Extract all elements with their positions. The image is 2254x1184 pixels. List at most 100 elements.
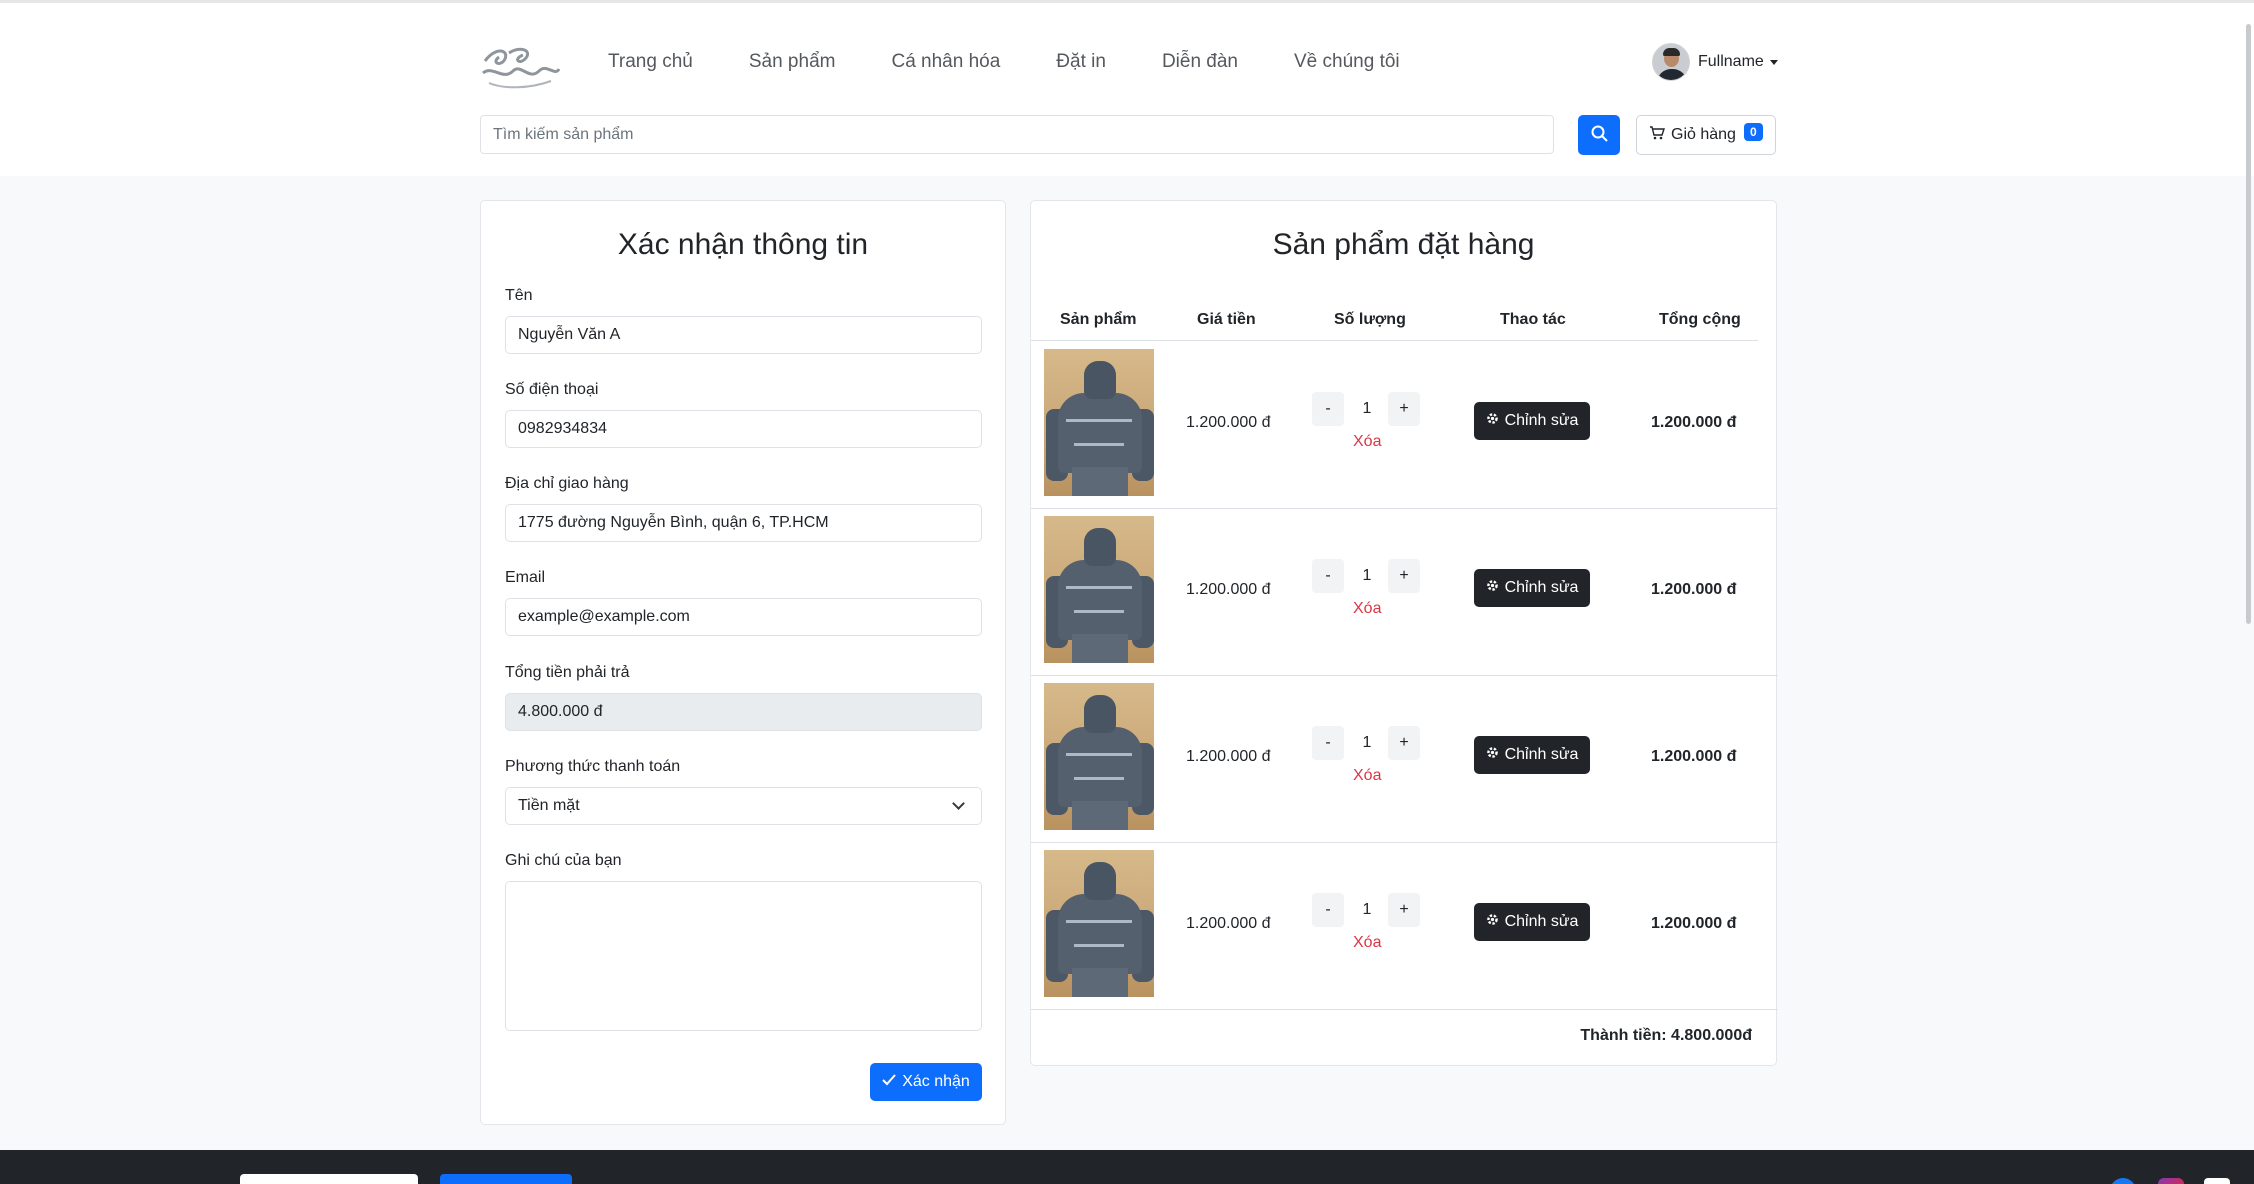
remove-link[interactable]: Xóa (1353, 600, 1381, 618)
note-label: Ghi chú của bạn (505, 852, 622, 869)
total-label: Tổng tiền phải trả (505, 664, 630, 681)
cart-button[interactable]: Giỏ hàng 0 (1636, 115, 1776, 155)
avatar (1652, 43, 1690, 81)
email-label: Email (505, 569, 546, 586)
table-row: 1.200.000 đ - 1 + Xóa Chỉnh sửa 1.200.00… (1031, 342, 1778, 509)
footer-button[interactable] (440, 1174, 572, 1184)
col-quantity: Số lượng (1334, 311, 1406, 328)
nav-home[interactable]: Trang chủ (608, 51, 693, 73)
unit-price: 1.200.000 đ (1186, 414, 1271, 431)
social-icon[interactable] (2204, 1178, 2230, 1184)
table-row: 1.200.000 đ - 1 + Xóa Chỉnh sửa 1.200.00… (1031, 843, 1778, 1010)
order-title: Sản phẩm đặt hàng (1272, 228, 1535, 261)
col-product: Sản phẩm (1060, 311, 1137, 328)
edit-label: Chỉnh sửa (1504, 579, 1579, 596)
product-image[interactable] (1044, 850, 1154, 997)
payment-method-value: Tiền mặt (518, 797, 580, 814)
product-image[interactable] (1044, 349, 1154, 496)
nav-personalize[interactable]: Cá nhân hóa (891, 51, 1000, 73)
name-field[interactable]: Nguyễn Văn A (505, 316, 982, 354)
gear-icon (1486, 412, 1499, 430)
chevron-down-icon (952, 797, 965, 810)
address-label: Địa chỉ giao hàng (505, 475, 629, 492)
remove-link[interactable]: Xóa (1353, 433, 1381, 451)
remove-link[interactable]: Xóa (1353, 767, 1381, 785)
qty-value[interactable]: 1 (1353, 901, 1381, 919)
note-textarea[interactable] (505, 881, 982, 1031)
cart-label: Giỏ hàng (1671, 126, 1736, 143)
nav-products[interactable]: Sản phẩm (749, 51, 836, 73)
form-title: Xác nhận thông tin (617, 228, 869, 261)
user-menu[interactable]: Fullname (1652, 43, 1778, 81)
qty-decrease-button[interactable]: - (1312, 392, 1344, 426)
edit-label: Chỉnh sửa (1504, 913, 1579, 930)
phone-field[interactable]: 0982934834 (505, 410, 982, 448)
search-input[interactable] (480, 115, 1554, 154)
gear-icon (1486, 913, 1499, 931)
main-nav: Trang chủ Sản phẩm Cá nhân hóa Đặt in Di… (608, 51, 1456, 73)
gear-icon (1486, 746, 1499, 764)
edit-label: Chỉnh sửa (1504, 412, 1579, 429)
qty-decrease-button[interactable]: - (1312, 893, 1344, 927)
qty-value[interactable]: 1 (1353, 567, 1381, 585)
phone-label: Số điện thoại (505, 381, 599, 398)
footer-input[interactable] (240, 1174, 418, 1184)
edit-button[interactable]: Chỉnh sửa (1474, 736, 1590, 774)
page-scrollbar[interactable] (2246, 24, 2251, 624)
site-logo[interactable] (479, 41, 561, 91)
nav-print-order[interactable]: Đặt in (1056, 51, 1106, 73)
line-total: 1.200.000 đ (1651, 414, 1737, 431)
payment-method-select[interactable]: Tiền mặt (505, 787, 982, 825)
table-row: 1.200.000 đ - 1 + Xóa Chỉnh sửa 1.200.00… (1031, 676, 1778, 843)
col-actions: Thao tác (1500, 311, 1566, 328)
qty-value[interactable]: 1 (1353, 400, 1381, 418)
unit-price: 1.200.000 đ (1186, 581, 1271, 598)
line-total: 1.200.000 đ (1651, 748, 1737, 765)
name-label: Tên (505, 287, 533, 304)
cart-count-badge: 0 (1743, 123, 1763, 141)
edit-label: Chỉnh sửa (1504, 746, 1579, 763)
site-header: Trang chủ Sản phẩm Cá nhân hóa Đặt in Di… (0, 3, 2254, 176)
gear-icon (1486, 579, 1499, 597)
qty-decrease-button[interactable]: - (1312, 559, 1344, 593)
check-icon (882, 1073, 896, 1091)
search-button[interactable] (1578, 115, 1620, 155)
qty-increase-button[interactable]: + (1388, 726, 1420, 760)
line-total: 1.200.000 đ (1651, 915, 1737, 932)
confirm-label: Xác nhận (902, 1073, 970, 1090)
order-products-card: Sản phẩm đặt hàng Sản phẩm Giá tiền Số l… (1030, 200, 1778, 1066)
instagram-icon[interactable] (2158, 1178, 2184, 1184)
line-total: 1.200.000 đ (1651, 581, 1737, 598)
remove-link[interactable]: Xóa (1353, 934, 1381, 952)
edit-button[interactable]: Chỉnh sửa (1474, 402, 1590, 440)
product-image[interactable] (1044, 683, 1154, 830)
site-footer (0, 1150, 2254, 1184)
product-image[interactable] (1044, 516, 1154, 663)
unit-price: 1.200.000 đ (1186, 748, 1271, 765)
qty-increase-button[interactable]: + (1388, 392, 1420, 426)
payment-label: Phương thức thanh toán (505, 758, 681, 775)
total-field: 4.800.000 đ (505, 693, 982, 731)
facebook-icon[interactable] (2110, 1178, 2136, 1184)
edit-button[interactable]: Chỉnh sửa (1474, 569, 1590, 607)
address-field[interactable]: 1775 đường Nguyễn Bình, quận 6, TP.HCM (505, 504, 982, 542)
col-price: Giá tiền (1197, 311, 1256, 328)
col-total: Tổng cộng (1659, 311, 1741, 328)
nav-forum[interactable]: Diễn đàn (1162, 51, 1238, 73)
edit-button[interactable]: Chỉnh sửa (1474, 903, 1590, 941)
cart-icon (1649, 125, 1665, 146)
qty-increase-button[interactable]: + (1388, 559, 1420, 593)
user-name: Fullname (1698, 53, 1764, 70)
grand-total: Thành tiền: 4.800.000đ (1580, 1027, 1752, 1044)
confirm-button[interactable]: Xác nhận (870, 1063, 982, 1101)
table-row: 1.200.000 đ - 1 + Xóa Chỉnh sửa 1.200.00… (1031, 509, 1778, 676)
nav-about[interactable]: Về chúng tôi (1294, 51, 1400, 73)
search-icon (1591, 125, 1608, 145)
unit-price: 1.200.000 đ (1186, 915, 1271, 932)
confirm-info-card: Xác nhận thông tin Tên Nguyễn Văn A Số đ… (480, 200, 1006, 1125)
qty-decrease-button[interactable]: - (1312, 726, 1344, 760)
order-table-header: Sản phẩm Giá tiền Số lượng Thao tác Tổng… (1031, 301, 1758, 341)
qty-increase-button[interactable]: + (1388, 893, 1420, 927)
email-field[interactable]: example@example.com (505, 598, 982, 636)
qty-value[interactable]: 1 (1353, 734, 1381, 752)
